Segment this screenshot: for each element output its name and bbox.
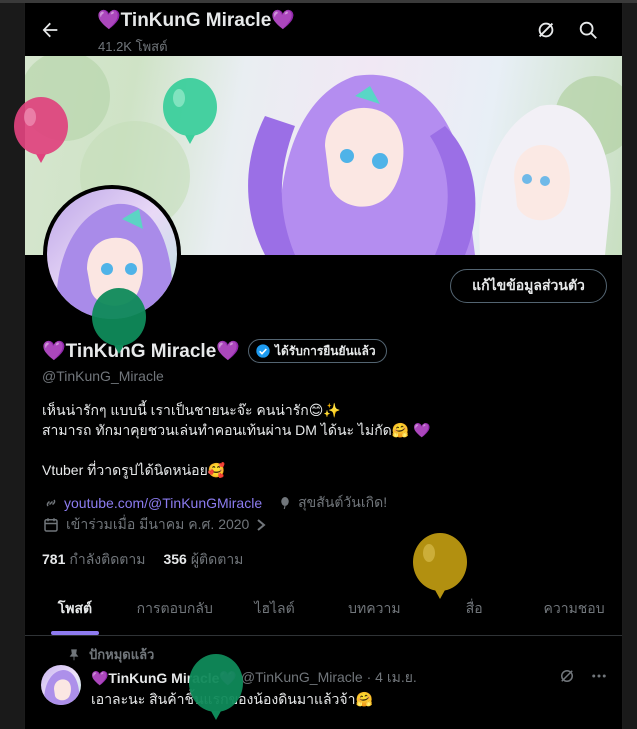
header-title: 💜TinKunG Miracle💜: [97, 10, 295, 31]
tab-likes[interactable]: ความชอบ: [524, 583, 622, 635]
grok-icon[interactable]: [558, 667, 576, 685]
following-count: 781: [42, 551, 66, 567]
pinned-label: ปักหมุดแล้ว: [89, 647, 155, 662]
tab-highlights[interactable]: ไฮไลต์: [225, 583, 325, 635]
followers-link[interactable]: 356 ผู้ติดตาม: [163, 549, 243, 571]
profile-tabs: โพสต์ การตอบกลับ ไฮไลต์ บทความ สื่อ ความ…: [25, 583, 622, 636]
profile-joined-row[interactable]: เข้าร่วมเมื่อ มีนาคม ค.ศ. 2020: [42, 514, 267, 536]
verified-badge-button[interactable]: ได้รับการยืนยันแล้ว: [247, 339, 387, 363]
back-arrow-icon[interactable]: [39, 19, 61, 41]
balloon-green-icon: [92, 288, 146, 354]
bio-line-2: สามารถ ทักมาคุยชวนเล่นทำคอนเท้นผ่าน DM ไ…: [42, 422, 431, 438]
balloon-pink-icon: [14, 97, 68, 163]
grok-icon[interactable]: [535, 19, 557, 41]
balloon-gold-icon: [413, 533, 467, 599]
profile-header: 💜TinKunG Miracle💜 41.2K โพสต์: [25, 3, 622, 56]
profile-bio: เห็นน่ารักๆ แบบนี้ เราเป็นชายนะจ๊ะ คนน่า…: [42, 400, 602, 480]
tab-articles[interactable]: บทความ: [324, 583, 424, 635]
balloon-dark-green-icon: [189, 654, 243, 720]
follow-stats: 781 กำลังติดตาม 356 ผู้ติดตาม: [42, 549, 243, 571]
calendar-icon: [44, 518, 58, 532]
profile-column: 💜TinKunG Miracle💜 41.2K โพสต์ แก้ไขข้อมู…: [24, 3, 623, 729]
bio-line-3: [42, 440, 602, 460]
chevron-right-icon: [257, 519, 266, 531]
birthday-text: สุขสันต์วันเกิด!: [298, 494, 388, 510]
tweet-avatar[interactable]: [41, 665, 81, 705]
following-link[interactable]: 781 กำลังติดตาม: [42, 549, 145, 571]
following-label: กำลังติดตาม: [69, 551, 146, 567]
pinned-indicator: ปักหมุดแล้ว: [67, 644, 154, 665]
tweet-actions: [558, 667, 608, 685]
tab-posts[interactable]: โพสต์: [25, 583, 125, 635]
profile-handle: @TinKunG_Miracle: [42, 368, 164, 384]
verified-label: ได้รับการยืนยันแล้ว: [274, 343, 376, 358]
followers-count: 356: [163, 551, 187, 567]
bio-line-1: เห็นน่ารักๆ แบบนี้ เราเป็นชายนะจ๊ะ คนน่า…: [42, 402, 341, 418]
header-posts-count: 41.2K โพสต์: [98, 39, 168, 54]
tab-replies[interactable]: การตอบกลับ: [125, 583, 225, 635]
pin-icon: [69, 648, 79, 660]
balloon-teal-icon: [163, 78, 217, 144]
verified-check-icon: [256, 344, 270, 358]
more-options-icon[interactable]: [590, 667, 608, 685]
bio-line-4: Vtuber ที่วาดรูปได้นิดหน่อย🥰: [42, 462, 226, 478]
balloon-icon: [281, 497, 289, 510]
search-icon[interactable]: [577, 19, 599, 41]
window-frame: 💜TinKunG Miracle💜 41.2K โพสต์ แก้ไขข้อมู…: [0, 0, 637, 729]
edit-profile-button[interactable]: แก้ไขข้อมูลส่วนตัว: [450, 269, 607, 303]
tweet-handle-time[interactable]: @TinKunG_Miracle · 4 เม.ย.: [241, 667, 417, 689]
profile-meta-row: youtube.com/@TinKunGMiracle สุขสันต์วันเ…: [42, 492, 387, 514]
profile-website-link[interactable]: youtube.com/@TinKunGMiracle: [64, 495, 262, 511]
joined-date: เข้าร่วมเมื่อ มีนาคม ค.ศ. 2020: [66, 516, 250, 532]
link-icon: [46, 499, 56, 507]
followers-label: ผู้ติดตาม: [190, 551, 244, 567]
tweet-header: 💜TinKunG Miracle💜 @TinKunG_Miracle · 4 เ…: [91, 667, 611, 689]
